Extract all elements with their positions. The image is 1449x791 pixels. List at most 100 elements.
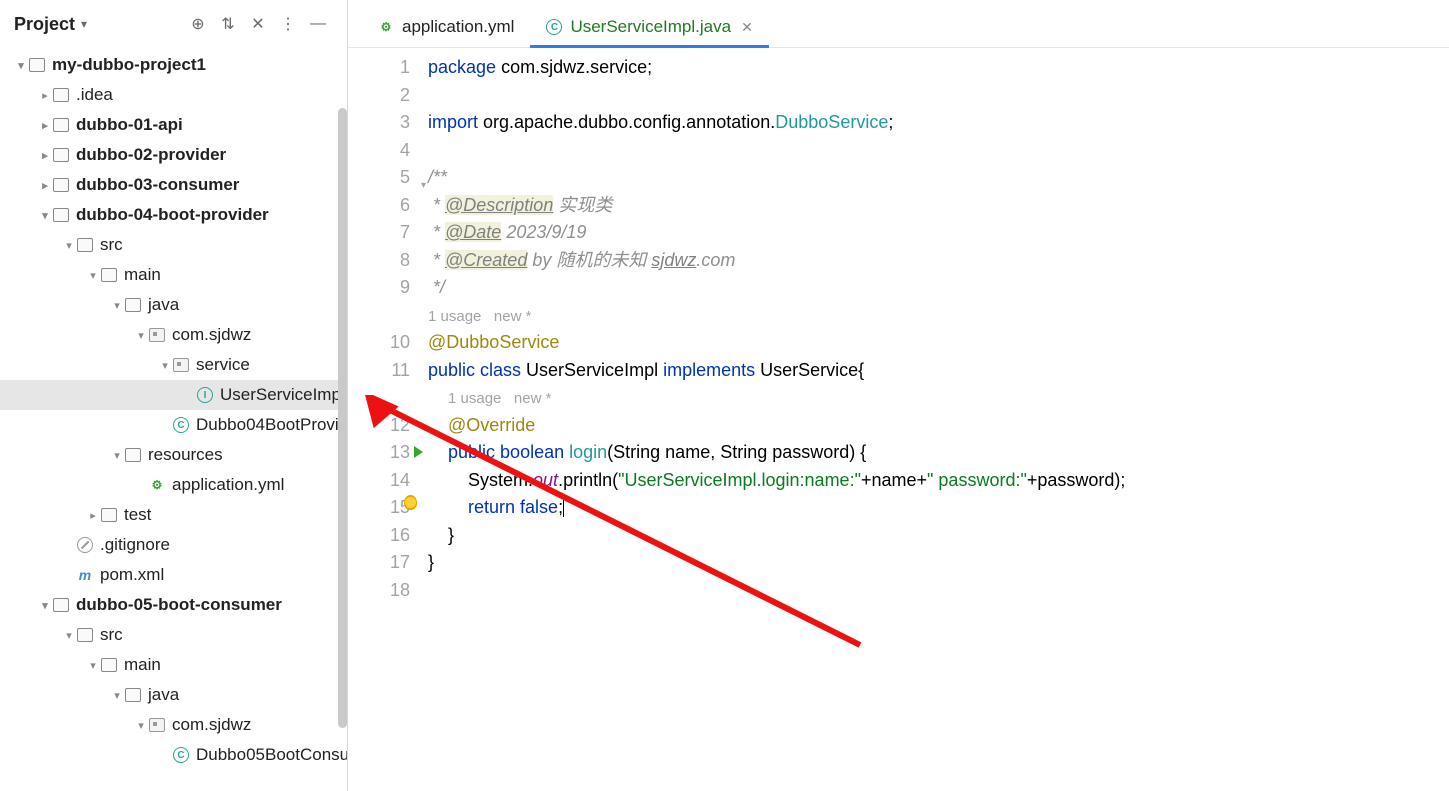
editor-tab[interactable]: ⚙application.yml (362, 7, 530, 47)
tree-item[interactable]: ▾src (0, 620, 347, 650)
tree-item[interactable]: ▾resources (0, 440, 347, 470)
chevron-down-icon[interactable]: ▾ (38, 599, 52, 612)
line-number[interactable]: 1 (348, 54, 428, 82)
tree-item[interactable]: ▸mpom.xml (0, 560, 347, 590)
chevron-down-icon[interactable]: ▾ (14, 59, 28, 72)
tree-item[interactable]: ▾service (0, 350, 347, 380)
code-line[interactable]: 1 usage new * (428, 302, 1449, 330)
tree-item[interactable]: ▸⚙application.yml (0, 470, 347, 500)
editor-tab[interactable]: CUserServiceImpl.java✕ (530, 7, 768, 47)
folder-icon (52, 116, 70, 134)
select-target-icon[interactable]: ⊕ (183, 9, 213, 39)
line-number[interactable]: 10 (348, 329, 428, 357)
tree-item[interactable]: ▸dubbo-03-consumer (0, 170, 347, 200)
code-line[interactable]: /** (428, 164, 1449, 192)
tree-item[interactable]: ▸.idea (0, 80, 347, 110)
code-editor[interactable]: 12345▾6789101112131415161718 package com… (348, 48, 1449, 791)
line-number[interactable]: 12 (348, 412, 428, 440)
sidebar-scrollbar[interactable] (338, 108, 347, 728)
line-number[interactable]: 5▾ (348, 164, 428, 192)
project-tree[interactable]: ▾my-dubbo-project1▸.idea▸dubbo-01-api▸du… (0, 48, 347, 791)
code-line[interactable]: */ (428, 274, 1449, 302)
code-line[interactable]: @DubboService (428, 329, 1449, 357)
tree-item[interactable]: ▸dubbo-01-api (0, 110, 347, 140)
code-line[interactable]: * @Created by 随机的未知 sjdwz.com (428, 247, 1449, 275)
tree-item[interactable]: ▸IUserServiceImpl (0, 380, 347, 410)
chevron-right-icon[interactable]: ▸ (38, 179, 52, 192)
chevron-down-icon[interactable]: ▾ (62, 239, 76, 252)
chevron-right-icon[interactable]: ▸ (86, 509, 100, 522)
tree-item[interactable]: ▾ main (0, 260, 347, 290)
expand-collapse-icon[interactable]: ⇅ (213, 9, 243, 39)
code-content[interactable]: package com.sjdwz.service; import org.apa… (428, 48, 1449, 791)
code-line[interactable]: package com.sjdwz.service; (428, 54, 1449, 82)
tree-item[interactable]: ▾com.sjdwz (0, 710, 347, 740)
run-gutter-icon[interactable] (414, 446, 428, 460)
chevron-down-icon[interactable]: ▾ (81, 17, 87, 31)
hide-icon[interactable]: ✕ (243, 9, 273, 39)
chevron-down-icon[interactable]: ▾ (86, 659, 100, 672)
line-number[interactable]: 11 (348, 357, 428, 385)
tree-item[interactable]: ▸dubbo-02-provider (0, 140, 347, 170)
lightbulb-icon[interactable] (401, 494, 419, 512)
line-number[interactable]: 3 (348, 109, 428, 137)
chevron-right-icon[interactable]: ▸ (38, 119, 52, 132)
line-number[interactable]: 17 (348, 549, 428, 577)
chevron-down-icon[interactable]: ▾ (134, 329, 148, 342)
code-line[interactable]: } (428, 522, 1449, 550)
chevron-down-icon[interactable]: ▾ (110, 449, 124, 462)
chevron-right-icon[interactable]: ▸ (38, 149, 52, 162)
code-line[interactable]: return false; (428, 494, 1449, 522)
chevron-down-icon[interactable]: ▾ (158, 359, 172, 372)
chevron-down-icon[interactable]: ▾ (86, 269, 100, 282)
more-icon[interactable]: ⋮ (273, 9, 303, 39)
tree-item[interactable]: ▾com.sjdwz (0, 320, 347, 350)
tree-item[interactable]: ▾my-dubbo-project1 (0, 50, 347, 80)
tree-item[interactable]: ▾dubbo-04-boot-provider (0, 200, 347, 230)
line-number[interactable]: 4 (348, 137, 428, 165)
code-line[interactable]: 1 usage new * (428, 384, 1449, 412)
editor-gutter[interactable]: 12345▾6789101112131415161718 (348, 48, 428, 791)
code-line[interactable]: } (428, 549, 1449, 577)
line-number[interactable]: 16 (348, 522, 428, 550)
chevron-down-icon[interactable]: ▾ (110, 689, 124, 702)
yaml-icon: ⚙ (148, 476, 166, 494)
line-number[interactable]: 9 (348, 274, 428, 302)
tree-item[interactable]: ▾src (0, 230, 347, 260)
line-number[interactable]: 2 (348, 82, 428, 110)
code-line[interactable] (428, 82, 1449, 110)
minimize-icon[interactable]: — (303, 9, 333, 39)
chevron-right-icon[interactable]: ▸ (38, 89, 52, 102)
tree-item[interactable]: ▸CDubbo05BootConsu (0, 740, 347, 770)
tree-item[interactable]: ▸.gitignore (0, 530, 347, 560)
chevron-down-icon[interactable]: ▾ (38, 209, 52, 222)
line-number[interactable]: 7 (348, 219, 428, 247)
close-icon[interactable]: ✕ (741, 19, 753, 36)
code-line[interactable]: * @Date 2023/9/19 (428, 219, 1449, 247)
line-number[interactable]: 8 (348, 247, 428, 275)
chevron-down-icon[interactable]: ▾ (110, 299, 124, 312)
tree-item[interactable]: ▸test (0, 500, 347, 530)
code-line[interactable]: public class UserServiceImpl implements … (428, 357, 1449, 385)
tree-item[interactable]: ▸CDubbo04BootProvid (0, 410, 347, 440)
code-line[interactable]: @Override (428, 412, 1449, 440)
line-number[interactable]: 13 (348, 439, 428, 467)
code-line[interactable] (428, 577, 1449, 605)
tree-item[interactable]: ▾java (0, 290, 347, 320)
tree-item[interactable]: ▾main (0, 650, 347, 680)
code-line[interactable]: public boolean login(String name, String… (428, 439, 1449, 467)
code-line[interactable]: System.out.println("UserServiceImpl.logi… (428, 467, 1449, 495)
tree-item-label: main (124, 265, 161, 285)
tree-item[interactable]: ▾dubbo-05-boot-consumer (0, 590, 347, 620)
line-number[interactable]: 6 (348, 192, 428, 220)
line-number[interactable] (348, 384, 428, 412)
tree-item[interactable]: ▾java (0, 680, 347, 710)
line-number[interactable] (348, 302, 428, 330)
chevron-down-icon[interactable]: ▾ (134, 719, 148, 732)
code-line[interactable]: import org.apache.dubbo.config.annotatio… (428, 109, 1449, 137)
code-line[interactable]: * @Description 实现类 (428, 192, 1449, 220)
line-number[interactable]: 18 (348, 577, 428, 605)
code-line[interactable] (428, 137, 1449, 165)
chevron-down-icon[interactable]: ▾ (62, 629, 76, 642)
line-number[interactable]: 14 (348, 467, 428, 495)
